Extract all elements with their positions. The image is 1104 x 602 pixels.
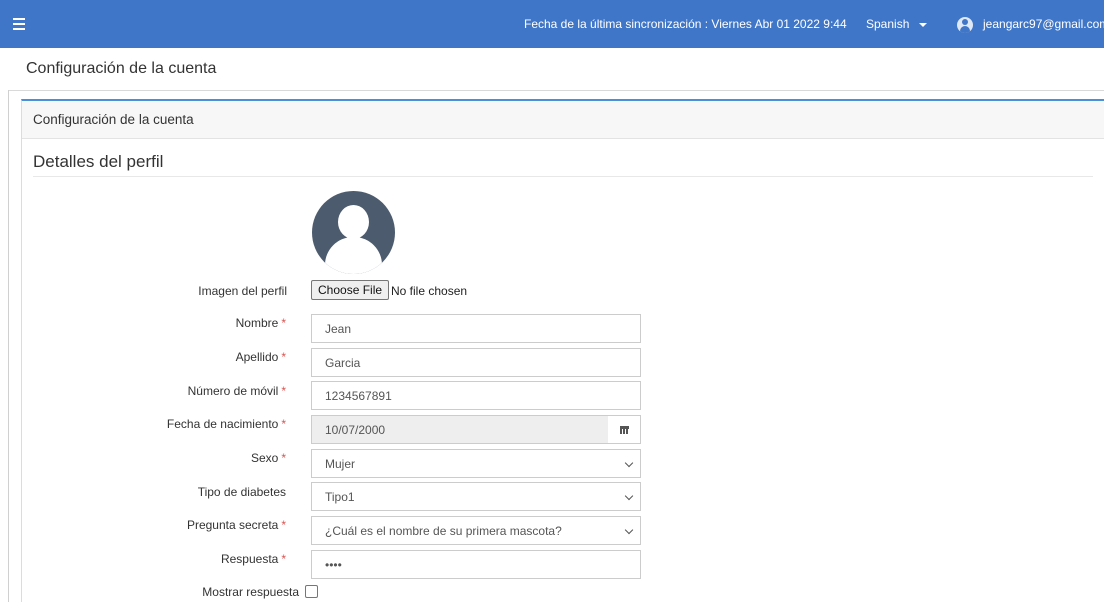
- nacimiento-label: Fecha de nacimiento *: [166, 417, 286, 431]
- diabetes-select[interactable]: Tipo1: [311, 482, 641, 511]
- calendar-icon: [620, 426, 629, 434]
- file-status-text: No file chosen: [391, 284, 468, 298]
- panel-header: Configuración de la cuenta: [22, 101, 1104, 139]
- chevron-down-icon: [624, 458, 634, 468]
- user-menu[interactable]: jeangarc97@gmail.com: [957, 0, 1104, 48]
- profile-image-label: Imagen del perfil: [198, 284, 287, 298]
- user-avatar-icon: [957, 16, 973, 33]
- chevron-down-icon: [624, 525, 634, 535]
- caret-down-icon: [919, 22, 928, 27]
- apellido-label: Apellido *: [235, 350, 286, 364]
- content-left-border: [8, 90, 9, 602]
- section-divider: [33, 176, 1093, 177]
- language-label: Spanish: [866, 17, 910, 31]
- profile-avatar-icon: [312, 191, 395, 274]
- sexo-select[interactable]: Mujer: [311, 449, 641, 478]
- mostrar-respuesta-checkbox[interactable]: [305, 585, 318, 598]
- mostrar-respuesta-label: Mostrar respuesta: [202, 585, 299, 599]
- movil-input[interactable]: 1234567891: [311, 381, 641, 410]
- language-dropdown[interactable]: Spanish: [866, 0, 928, 48]
- movil-label: Número de móvil *: [187, 384, 286, 398]
- page-title: Configuración de la cuenta: [26, 60, 217, 77]
- hamburger-menu-icon[interactable]: [10, 14, 28, 34]
- title-divider: [8, 90, 1104, 91]
- chevron-down-icon: [624, 491, 634, 501]
- pregunta-value: ¿Cuál es el nombre de su primera mascota…: [325, 524, 562, 538]
- nombre-label: Nombre *: [235, 316, 286, 330]
- choose-file-button[interactable]: Choose File: [311, 280, 390, 300]
- nombre-input[interactable]: Jean: [311, 314, 641, 343]
- calendar-button[interactable]: [608, 415, 641, 444]
- section-title: Detalles del perfil: [33, 152, 164, 171]
- sexo-value: Mujer: [325, 457, 356, 471]
- last-sync-text: Fecha de la última sincronización : Vier…: [524, 17, 847, 31]
- pregunta-select[interactable]: ¿Cuál es el nombre de su primera mascota…: [311, 516, 641, 545]
- pregunta-label: Pregunta secreta *: [186, 518, 286, 532]
- sexo-label: Sexo *: [250, 451, 286, 465]
- nacimiento-input: 10/07/2000: [311, 415, 609, 444]
- top-navbar: Fecha de la última sincronización : Vier…: [0, 0, 1104, 48]
- respuesta-label: Respuesta *: [220, 552, 286, 566]
- diabetes-value: Tipo1: [325, 490, 355, 504]
- diabetes-label: Tipo de diabetes: [197, 485, 286, 499]
- respuesta-input[interactable]: ••••: [311, 550, 641, 579]
- apellido-input[interactable]: Garcia: [311, 348, 641, 377]
- user-email: jeangarc97@gmail.com: [983, 17, 1104, 31]
